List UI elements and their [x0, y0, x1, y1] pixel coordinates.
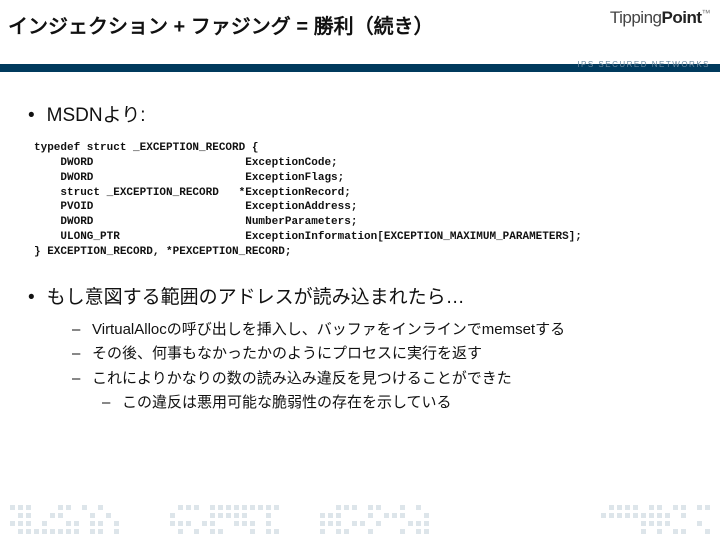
dash-icon: –: [102, 392, 114, 415]
logo-text-light: Tipping: [610, 8, 662, 27]
sub-item-text: その後、何事もなかったかのようにプロセスに実行を返す: [92, 343, 482, 366]
sub-item-virtualalloc: – VirtualAllocの呼び出しを挿入し、バッファをインラインでmemse…: [72, 319, 700, 342]
sub-item-text: VirtualAllocの呼び出しを挿入し、バッファをインラインでmemsetす…: [92, 319, 565, 342]
dash-icon: –: [72, 368, 84, 391]
sub-item-text: これによりかなりの数の読み込み違反を見つけることができた: [92, 368, 512, 391]
brand-logo: TippingPoint™: [610, 8, 710, 28]
dot-pattern-icon: [10, 505, 119, 534]
bullet-msdn-label: MSDNより:: [47, 100, 146, 127]
dot-pattern-icon: [170, 505, 279, 534]
bullet-if-address-label: もし意図する範囲のアドレスが読み込まれたら…: [47, 282, 465, 309]
sub-bullet-list: – VirtualAllocの呼び出しを挿入し、バッファをインラインでmemse…: [72, 319, 700, 415]
dash-icon: –: [72, 343, 84, 366]
logo-text-bold: Point: [662, 8, 702, 27]
sub-sub-item-exploitable: – この違反は悪用可能な脆弱性の存在を示している: [102, 392, 700, 415]
bullet-msdn: • MSDNより:: [28, 100, 700, 127]
dash-icon: –: [72, 319, 84, 342]
logo-trademark: ™: [702, 8, 711, 18]
bullet-dot-icon: •: [28, 105, 35, 127]
bullet-dot-icon: •: [28, 287, 35, 309]
dot-pattern-icon: [320, 505, 429, 534]
brand-tagline: IPS SECURED NETWORKS: [577, 60, 720, 69]
bullet-if-address: • もし意図する範囲のアドレスが読み込まれたら…: [28, 282, 700, 309]
slide-header: インジェクション + ファジング = 勝利（続き） TippingPoint™ …: [0, 0, 720, 72]
dot-pattern-icon: [601, 505, 710, 534]
code-block-exception-record: typedef struct _EXCEPTION_RECORD { DWORD…: [34, 141, 700, 260]
sub-sub-item-text: この違反は悪用可能な脆弱性の存在を示している: [122, 392, 452, 415]
footer-decoration: [0, 490, 720, 540]
sub-item-return-process: – その後、何事もなかったかのようにプロセスに実行を返す: [72, 343, 700, 366]
sub-item-violations-found: – これによりかなりの数の読み込み違反を見つけることができた: [72, 368, 700, 391]
slide-content: • MSDNより: typedef struct _EXCEPTION_RECO…: [0, 72, 720, 415]
